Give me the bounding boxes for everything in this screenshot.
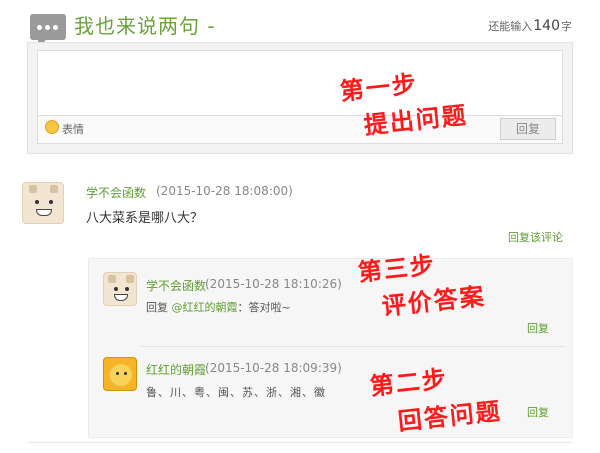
reply-prefix: 回复 <box>146 301 168 314</box>
comment-bubble-icon <box>30 14 66 48</box>
counter-suffix: 字 <box>561 20 572 33</box>
page-title: 我也来说两句 - <box>74 14 216 38</box>
section-bottom-border <box>27 442 573 443</box>
char-counter: 还能输入140字 <box>488 18 572 34</box>
counter-value: 140 <box>533 18 560 34</box>
comment-input[interactable] <box>37 50 563 116</box>
avatar[interactable] <box>22 182 64 224</box>
reply-text: 回复 @红红的朝霞：答对啦~ <box>146 299 291 315</box>
submit-reply-button[interactable]: 回复 <box>500 118 556 140</box>
mention-link[interactable]: @红红的朝霞 <box>172 301 238 314</box>
reply-time: (2015-10-28 18:10:26) <box>205 277 342 291</box>
comment-text: 八大菜系是哪八大？ <box>86 211 204 226</box>
emoji-button-label[interactable]: 表情 <box>62 121 84 137</box>
avatar[interactable] <box>103 357 137 391</box>
reply-to-comment-link[interactable]: 回复该评论 <box>508 229 563 245</box>
reply-username[interactable]: 学不会函数 <box>146 277 206 294</box>
compose-toolbar <box>37 116 563 144</box>
smiley-icon[interactable] <box>45 120 59 134</box>
comment-time: (2015-10-28 18:08:00) <box>156 184 293 198</box>
divider <box>140 346 565 347</box>
reply-username[interactable]: 红红的朝霞 <box>146 361 206 378</box>
reply-time: (2015-10-28 18:09:39) <box>205 361 342 375</box>
avatar[interactable] <box>103 272 137 306</box>
reply-link[interactable]: 回复 <box>527 404 549 420</box>
reply-body: ：答对啦~ <box>237 301 291 314</box>
comment-username[interactable]: 学不会函数 <box>86 184 146 201</box>
reply-link[interactable]: 回复 <box>527 320 549 336</box>
reply-text: 鲁、川、粤、闽、苏、浙、湘、徽 <box>146 386 326 399</box>
counter-prefix: 还能输入 <box>488 20 533 33</box>
